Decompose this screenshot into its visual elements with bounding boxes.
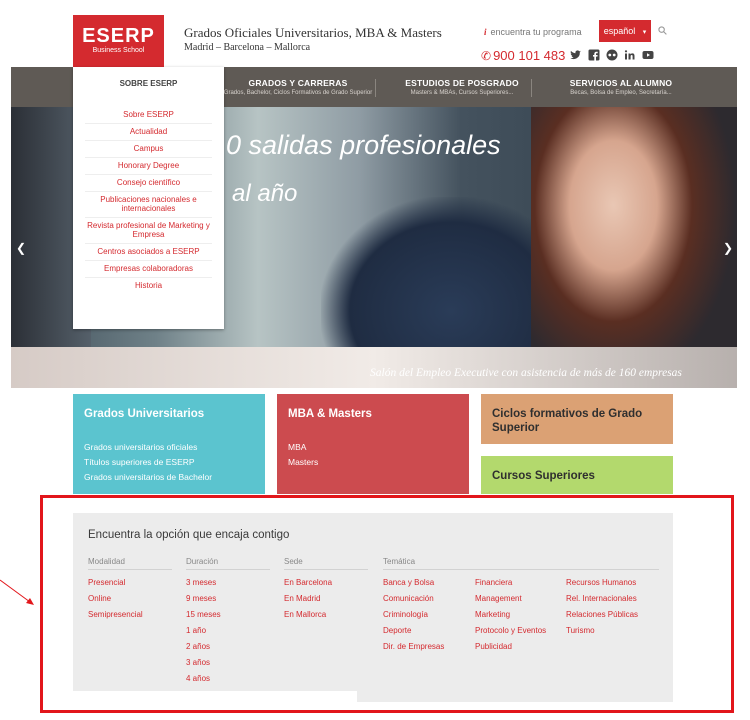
hero-headline: 0 salidas profesionales — [226, 130, 501, 160]
search-icon[interactable] — [658, 26, 667, 35]
youtube-icon[interactable] — [642, 48, 654, 60]
dropdown-item[interactable]: Historia — [85, 278, 212, 294]
nav-item-title: SERVICIOS AL ALUMNO — [569, 78, 673, 88]
phone-number[interactable]: ✆ 900 101 483 — [481, 48, 565, 63]
nav-item-title: GRADOS Y CARRERAS — [248, 78, 348, 88]
ciclos-formativos-box[interactable]: Ciclos formativos de Grado Superior — [481, 394, 673, 444]
chevron-down-icon: ▾ — [642, 29, 647, 36]
hero-subheadline: al año — [232, 180, 298, 207]
box-link[interactable]: MBA — [288, 442, 306, 452]
dropdown-item[interactable]: Revista profesional de Marketing y Empre… — [85, 218, 212, 244]
logo-text: ESERP — [82, 25, 155, 47]
box-link[interactable]: Masters — [288, 457, 318, 467]
nav-item-grados-carreras[interactable]: GRADOS Y CARRERAS Grados, Bachelor, Cicl… — [223, 67, 373, 107]
grados-universitarios-box: Grados Universitarios Grados universitar… — [73, 394, 265, 494]
language-selector[interactable]: español ▾ — [599, 20, 651, 42]
box-title[interactable]: MBA & Masters — [288, 407, 372, 421]
social-links — [570, 48, 654, 61]
arrow-pointer-icon — [0, 579, 34, 605]
dropdown-item[interactable]: Actualidad — [85, 124, 212, 141]
twitter-icon[interactable] — [570, 48, 582, 60]
box-title: Ciclos formativos de Grado Superior — [492, 408, 643, 434]
dropdown-item[interactable]: Campus — [85, 141, 212, 158]
phone-icon: ✆ — [481, 49, 492, 63]
box-title: Cursos Superiores — [492, 470, 595, 482]
dropdown-item[interactable]: Publicaciones nacionales e internacional… — [85, 192, 212, 218]
language-label: español — [603, 26, 636, 36]
phone-text: 900 101 483 — [493, 48, 566, 63]
find-program-label: encuentra tu programa — [490, 27, 582, 37]
box-link[interactable]: Grados universitarios oficiales — [84, 442, 197, 452]
highlight-frame — [40, 495, 734, 713]
cursos-superiores-box[interactable]: Cursos Superiores — [481, 456, 673, 494]
info-icon: i — [484, 27, 487, 37]
nav-divider — [375, 79, 376, 97]
dropdown-item[interactable]: Centros asociados a ESERP — [85, 244, 212, 261]
box-title[interactable]: Grados Universitarios — [84, 407, 204, 421]
box-link[interactable]: Grados universitarios de Bachelor — [84, 472, 212, 482]
hero-caption: Salón del Empleo Executive con asistenci… — [370, 367, 682, 379]
dropdown-list: Sobre ESERP Actualidad Campus Honorary D… — [85, 107, 212, 294]
site-cities: Madrid – Barcelona – Mallorca — [184, 42, 311, 53]
sobre-eserp-dropdown: SOBRE ESERP Sobre ESERP Actualidad Campu… — [73, 67, 224, 329]
nav-divider — [531, 79, 532, 97]
nav-item-subtitle: Masters & MBAs, Cursos Superiores... — [410, 90, 514, 96]
box-link[interactable]: Títulos superiores de ESERP — [84, 457, 195, 467]
linkedin-icon[interactable] — [624, 48, 636, 60]
dropdown-item[interactable]: Empresas colaboradoras — [85, 261, 212, 278]
site-tagline: Grados Oficiales Universitarios, MBA & M… — [184, 25, 442, 40]
chevron-right-icon[interactable]: ❯ — [723, 241, 733, 255]
mba-masters-box: MBA & Masters MBA Masters — [277, 394, 469, 494]
eserp-logo[interactable]: ESERP Business School — [73, 15, 164, 67]
nav-item-subtitle: Grados, Bachelor, Ciclos Formativos de G… — [223, 90, 373, 96]
dropdown-item[interactable]: Sobre ESERP — [85, 107, 212, 124]
dropdown-heading[interactable]: SOBRE ESERP — [73, 79, 224, 88]
nav-item-servicios[interactable]: SERVICIOS AL ALUMNO Becas, Bolsa de Empl… — [533, 67, 709, 107]
chevron-left-icon[interactable]: ❮ — [16, 241, 26, 255]
facebook-icon[interactable] — [588, 48, 600, 61]
nav-item-subtitle: Becas, Bolsa de Empleo, Secretaría... — [570, 90, 672, 96]
nav-item-posgrado[interactable]: ESTUDIOS DE POSGRADO Masters & MBAs, Cur… — [377, 67, 547, 107]
dropdown-item[interactable]: Consejo científico — [85, 175, 212, 192]
nav-item-title: ESTUDIOS DE POSGRADO — [405, 78, 519, 88]
flickr-icon[interactable] — [606, 48, 618, 61]
logo-subtext: Business School — [92, 47, 145, 54]
hero-photo — [531, 107, 737, 388]
dropdown-item[interactable]: Honorary Degree — [85, 158, 212, 175]
find-program-link[interactable]: i encuentra tu programa — [484, 27, 582, 37]
